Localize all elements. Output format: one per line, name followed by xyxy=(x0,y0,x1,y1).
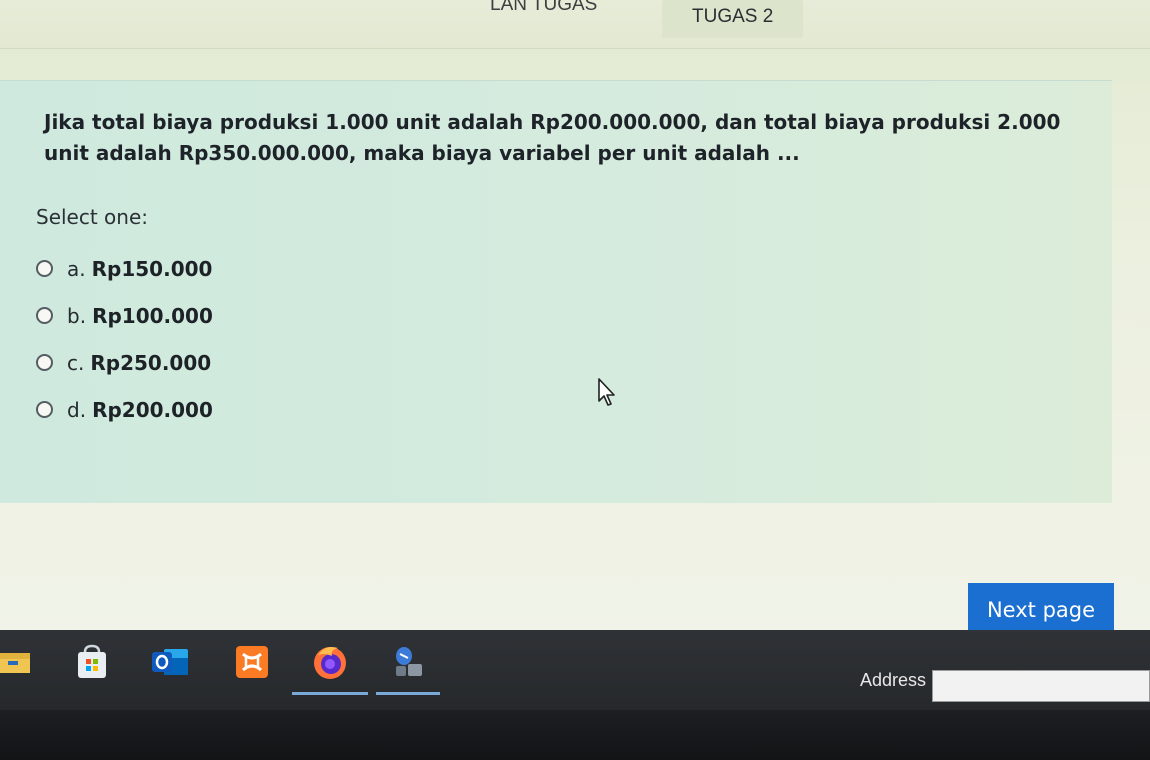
mouse-cursor-icon xyxy=(598,378,615,406)
option-a[interactable]: a. Rp150.000 xyxy=(36,245,213,292)
outlook-icon[interactable] xyxy=(150,642,190,682)
browser-screen: LAN TUGAS TUGAS 2 Jika total biaya produ… xyxy=(0,0,1150,640)
option-a-letter: a. xyxy=(67,256,86,281)
option-b-value: Rp100.000 xyxy=(92,303,213,328)
taskbar: Address xyxy=(0,630,1150,710)
radio-b[interactable] xyxy=(36,307,53,324)
firefox-active-indicator xyxy=(292,692,368,695)
question-card: Jika total biaya produksi 1.000 unit ada… xyxy=(0,80,1112,503)
header-bar: LAN TUGAS TUGAS 2 xyxy=(0,0,1150,49)
radio-d[interactable] xyxy=(36,401,53,418)
option-d-value: Rp200.000 xyxy=(92,397,213,422)
option-b-letter: b. xyxy=(67,303,87,328)
address-input[interactable] xyxy=(932,670,1150,702)
monitor-bezel xyxy=(0,710,1150,760)
address-label: Address xyxy=(860,670,927,690)
option-c-letter: c. xyxy=(67,350,85,375)
xampp-icon[interactable] xyxy=(232,642,272,682)
radio-a[interactable] xyxy=(36,260,53,277)
radio-c[interactable] xyxy=(36,354,53,371)
firefox-icon[interactable] xyxy=(310,642,350,682)
file-explorer-icon[interactable] xyxy=(0,642,34,682)
question-text: Jika total biaya produksi 1.000 unit ada… xyxy=(44,110,1061,165)
option-d-letter: d. xyxy=(67,397,87,422)
pinned-app-icon[interactable] xyxy=(388,642,428,682)
tab-kumpulan-tugas[interactable]: LAN TUGAS xyxy=(490,0,597,16)
option-c[interactable]: c. Rp250.000 xyxy=(36,339,213,386)
answer-options: a. Rp150.000 b. Rp100.000 c. Rp250.000 d… xyxy=(36,245,213,433)
tab-tugas-2[interactable]: TUGAS 2 xyxy=(662,0,804,38)
pinned-app-indicator xyxy=(376,692,440,695)
option-c-value: Rp250.000 xyxy=(90,350,212,375)
option-d[interactable]: d. Rp200.000 xyxy=(36,386,213,433)
next-page-button[interactable]: Next page xyxy=(968,583,1114,637)
microsoft-store-icon[interactable] xyxy=(72,642,112,682)
select-one-label: Select one: xyxy=(36,205,149,229)
option-a-value: Rp150.000 xyxy=(91,256,213,281)
option-b[interactable]: b. Rp100.000 xyxy=(36,292,213,339)
